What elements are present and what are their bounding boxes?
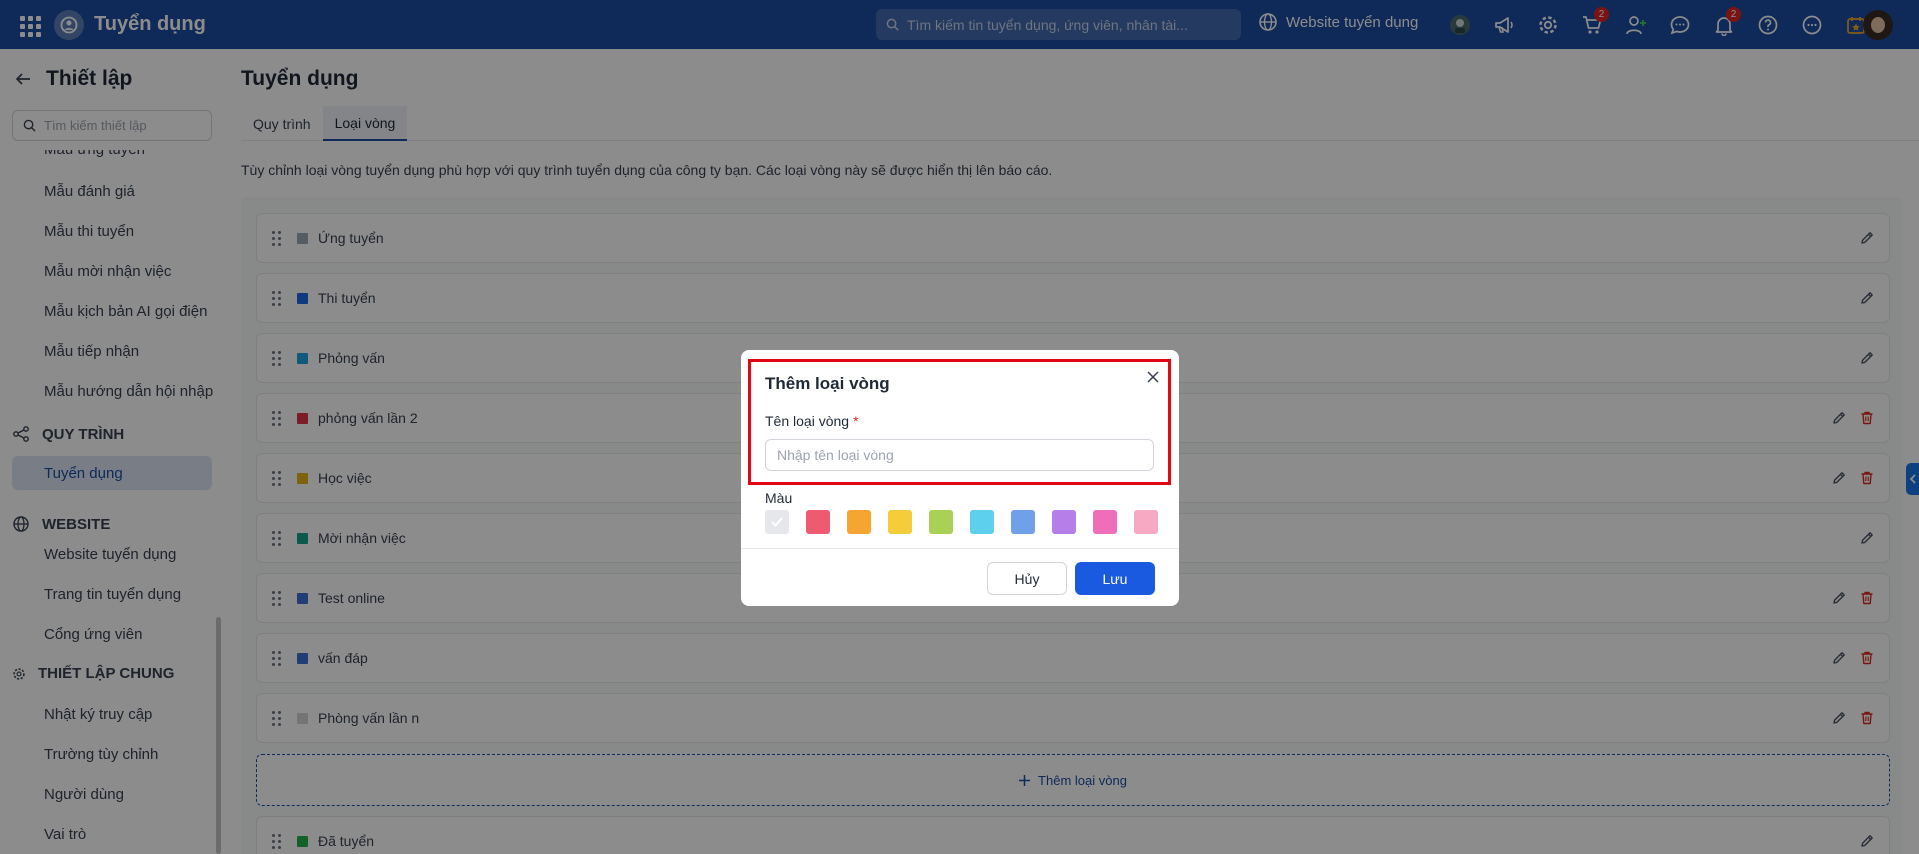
- color-swatch-option[interactable]: [970, 510, 994, 534]
- color-picker: [765, 510, 1158, 534]
- round-name-label-text: Tên loại vòng: [765, 413, 850, 429]
- color-swatch-option[interactable]: [1134, 510, 1158, 534]
- color-swatch-option[interactable]: [847, 510, 871, 534]
- save-button[interactable]: Lưu: [1075, 562, 1155, 595]
- color-swatch-option[interactable]: [765, 510, 789, 534]
- color-swatch-option[interactable]: [1093, 510, 1117, 534]
- round-name-input[interactable]: [765, 439, 1154, 471]
- add-round-type-dialog: Thêm loại vòng Tên loại vòng* Màu Hủy Lư…: [741, 350, 1179, 606]
- color-swatch-option[interactable]: [929, 510, 953, 534]
- dialog-title: Thêm loại vòng: [765, 374, 890, 393]
- color-swatch-option[interactable]: [1011, 510, 1035, 534]
- checkmark-icon: [771, 517, 783, 527]
- close-icon[interactable]: [1144, 368, 1162, 386]
- color-swatch-option[interactable]: [806, 510, 830, 534]
- round-name-label: Tên loại vòng *: [765, 413, 859, 429]
- required-marker: *: [853, 413, 859, 429]
- color-swatch-option[interactable]: [1052, 510, 1076, 534]
- cancel-button[interactable]: Hủy: [987, 562, 1067, 595]
- color-swatch-option[interactable]: [888, 510, 912, 534]
- color-label: Màu: [765, 490, 793, 506]
- dialog-divider: [741, 548, 1179, 549]
